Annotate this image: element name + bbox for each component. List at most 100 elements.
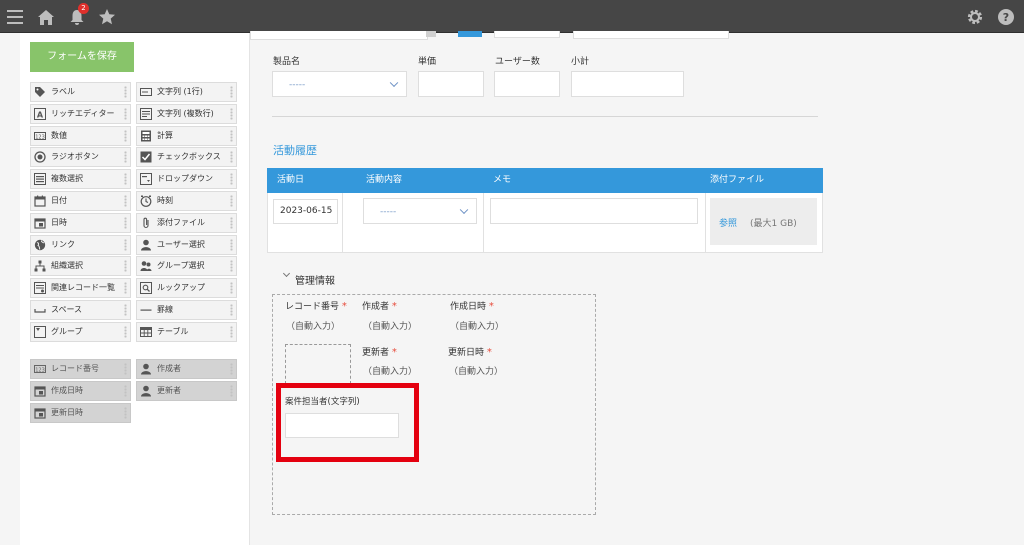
drag-handle-icon[interactable] <box>124 195 127 207</box>
drag-handle-icon[interactable] <box>230 325 233 338</box>
browse-link[interactable]: 参照 <box>719 216 737 229</box>
palette-field-item-2[interactable]: A リッチエディター <box>30 103 131 124</box>
drag-handle-icon[interactable] <box>230 151 233 164</box>
datetime-icon <box>34 385 46 397</box>
palette-field-item-22[interactable]: グループ <box>30 321 131 342</box>
palette-field-item-23[interactable]: テーブル <box>136 321 237 342</box>
palette-field-item-8[interactable]: 複数選択 <box>30 169 131 190</box>
palette-field-item-0[interactable]: ラベル <box>30 82 131 102</box>
palette-field-item-19[interactable]: ルックアップ <box>136 278 237 299</box>
system-field-item-4[interactable]: 更新日時 <box>30 402 131 423</box>
partial-input[interactable] <box>494 31 560 38</box>
chevron-down-icon[interactable] <box>282 269 291 279</box>
rich-editor-icon: A <box>34 107 46 120</box>
drag-handle-icon[interactable] <box>230 238 233 251</box>
drag-handle-icon[interactable] <box>124 304 127 316</box>
drag-handle-icon[interactable] <box>124 325 127 338</box>
palette-field-item-15[interactable]: ユーザー選択 <box>136 234 237 255</box>
drag-handle-icon[interactable] <box>124 129 127 142</box>
palette-field-item-12[interactable]: 日時 <box>30 212 131 233</box>
palette-field-item-21[interactable]: 罫線 <box>136 300 237 320</box>
updated-at-auto-text: （自動入力） <box>449 367 504 377</box>
system-field-item-3[interactable]: 更新者 <box>136 380 237 401</box>
lookup-icon <box>140 282 152 295</box>
product-name-label: 製品名 <box>273 57 301 67</box>
product-dropdown-value: ----- <box>289 80 306 90</box>
gear-icon[interactable] <box>964 6 986 28</box>
palette-field-item-18[interactable]: 関連レコード一覧 <box>30 278 131 299</box>
drag-handle-icon[interactable] <box>124 216 127 229</box>
drag-handle-icon[interactable] <box>124 107 127 120</box>
palette-field-item-5[interactable]: 計算 <box>136 125 237 146</box>
updated-at-label: 更新日時 * <box>448 347 492 358</box>
drag-handle-icon[interactable] <box>230 129 233 142</box>
table-icon <box>140 326 152 338</box>
system-field-item-0[interactable]: 123 レコード番号 <box>30 359 131 379</box>
drag-handle-icon[interactable] <box>124 282 127 295</box>
drag-handle-icon[interactable] <box>124 151 127 164</box>
drag-handle-icon[interactable] <box>124 260 127 273</box>
palette-field-item-6[interactable]: ラジオボタン <box>30 147 131 168</box>
drag-handle-icon[interactable] <box>230 195 233 207</box>
hamburger-icon[interactable] <box>4 6 26 28</box>
palette-field-item-14[interactable]: リンク <box>30 234 131 255</box>
multi-select-icon <box>34 173 46 186</box>
drag-handle-icon[interactable] <box>230 282 233 295</box>
drag-handle-icon[interactable] <box>124 406 127 419</box>
drag-handle-icon[interactable] <box>124 173 127 186</box>
tag-icon <box>34 86 46 98</box>
partial-input[interactable] <box>250 31 428 40</box>
drag-handle-icon[interactable] <box>230 86 233 98</box>
partial-blue-button[interactable] <box>458 31 482 37</box>
management-info-title[interactable]: 管理情報 <box>295 272 335 287</box>
help-icon[interactable]: ? <box>995 6 1017 28</box>
drag-handle-icon[interactable] <box>230 260 233 273</box>
palette-field-label: 更新者 <box>157 385 181 395</box>
palette-field-item-1[interactable]: 文字列 (1行) <box>136 82 237 102</box>
svg-text:?: ? <box>1003 11 1009 24</box>
unit-price-input[interactable] <box>418 71 484 97</box>
updater-auto-text: （自動入力） <box>363 367 418 377</box>
user-count-label: ユーザー数 <box>495 57 540 67</box>
palette-field-item-16[interactable]: 組織選択 <box>30 256 131 277</box>
drag-handle-icon[interactable] <box>230 363 233 375</box>
drag-handle-icon[interactable] <box>124 86 127 98</box>
drag-handle-icon[interactable] <box>230 107 233 120</box>
system-field-item-1[interactable]: 作成者 <box>136 359 237 379</box>
top-navigation-bar: 2 ? <box>0 0 1024 33</box>
drag-handle-icon[interactable] <box>230 384 233 397</box>
palette-field-item-9[interactable]: ドロップダウン <box>136 169 237 190</box>
activity-content-dropdown[interactable]: ----- <box>363 198 477 224</box>
created-at-label: 作成日時 * <box>450 301 494 312</box>
drag-handle-icon[interactable] <box>230 304 233 316</box>
memo-input[interactable] <box>490 198 698 224</box>
home-icon[interactable] <box>35 6 57 28</box>
drag-handle-icon[interactable] <box>230 216 233 229</box>
subtotal-input[interactable] <box>571 71 684 97</box>
number-icon: 123 <box>34 130 46 142</box>
space-placeholder <box>285 344 351 384</box>
palette-field-item-7[interactable]: チェックボックス <box>136 147 237 168</box>
star-icon[interactable] <box>96 6 118 28</box>
product-name-dropdown[interactable]: ----- <box>272 71 407 97</box>
drag-handle-icon[interactable] <box>230 173 233 186</box>
palette-field-item-13[interactable]: 添付ファイル <box>136 212 237 233</box>
system-field-item-2[interactable]: 作成日時 <box>30 380 131 401</box>
drag-handle-icon[interactable] <box>124 363 127 375</box>
palette-field-item-11[interactable]: 時刻 <box>136 191 237 211</box>
palette-field-item-20[interactable]: スペース <box>30 300 131 320</box>
drag-handle-icon[interactable] <box>124 238 127 251</box>
palette-field-item-10[interactable]: 日付 <box>30 191 131 211</box>
palette-field-item-17[interactable]: グループ選択 <box>136 256 237 277</box>
subtotal-label: 小計 <box>571 57 590 67</box>
activity-date-input[interactable]: 2023-06-15 <box>273 199 338 224</box>
save-form-button[interactable]: フォームを保存 <box>30 42 134 72</box>
partial-input[interactable] <box>573 31 729 39</box>
user-count-input[interactable] <box>494 71 560 97</box>
palette-field-item-4[interactable]: 123 数値 <box>30 125 131 146</box>
palette-field-item-3[interactable]: 文字列 (複数行) <box>136 103 237 124</box>
drag-handle-icon[interactable] <box>124 384 127 397</box>
case-owner-input[interactable] <box>285 413 399 438</box>
palette-field-label: グループ <box>51 326 83 336</box>
bell-icon[interactable]: 2 <box>66 3 89 28</box>
